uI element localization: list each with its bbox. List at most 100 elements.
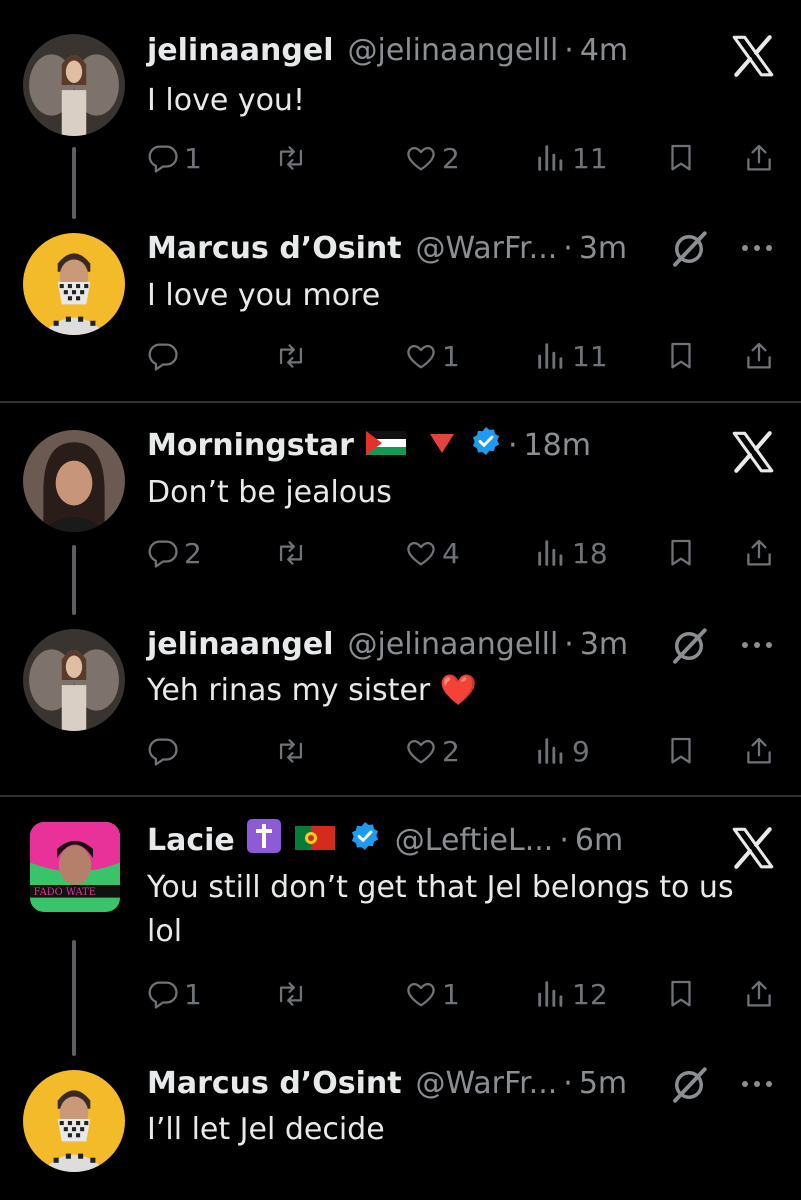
user-handle[interactable]: @WarFr...: [416, 231, 558, 266]
display-name[interactable]: Morningstar: [147, 428, 354, 463]
display-name[interactable]: Lacie: [147, 823, 235, 858]
retweet-button[interactable]: [274, 974, 308, 1014]
user-handle[interactable]: @jelinaangelll: [348, 33, 559, 68]
share-button[interactable]: [742, 138, 776, 178]
thread-divider: [0, 401, 801, 403]
reply-button[interactable]: 1: [146, 138, 202, 178]
reply-button[interactable]: 2: [146, 533, 202, 573]
timestamp[interactable]: 4m: [580, 33, 628, 68]
timestamp[interactable]: 3m: [580, 627, 628, 662]
tweet-text: You still don’t get that Jel belongs to …: [147, 870, 734, 949]
like-button[interactable]: 1: [404, 336, 460, 376]
display-name[interactable]: Marcus d’Osint: [147, 1066, 402, 1101]
x-close-icon[interactable]: [728, 31, 778, 81]
grok-icon[interactable]: [668, 625, 710, 667]
heart-icon: [404, 977, 438, 1011]
bookmark-icon: [664, 734, 698, 768]
avatar-morningstar[interactable]: [23, 430, 125, 532]
reply-icon: [146, 536, 180, 570]
avatar-jelinaangel[interactable]: [23, 34, 125, 136]
avatar-marcus[interactable]: [23, 233, 125, 335]
more-icon[interactable]: [737, 1074, 777, 1094]
grok-icon[interactable]: [668, 1064, 710, 1106]
views-button[interactable]: 18: [534, 533, 608, 573]
user-handle[interactable]: @WarFr...: [416, 1066, 558, 1101]
retweet-icon: [274, 339, 308, 373]
views-count: 9: [572, 734, 590, 768]
tweet-header: Marcus d’Osint @WarFr... · 5m: [147, 1063, 627, 1103]
user-handle[interactable]: @jelinaangelll: [348, 627, 559, 662]
share-button[interactable]: [742, 731, 776, 771]
views-button[interactable]: 11: [534, 138, 608, 178]
reply-count: 2: [184, 536, 202, 570]
avatar-jelinaangel[interactable]: [23, 629, 125, 731]
share-icon: [742, 977, 776, 1011]
retweet-button[interactable]: [274, 731, 308, 771]
latin-cross-icon: [246, 819, 281, 861]
like-button[interactable]: 2: [404, 138, 460, 178]
heart-icon: [404, 141, 438, 175]
tweet-header: Morningstar · 18m: [147, 425, 591, 465]
bookmark-button[interactable]: [664, 731, 698, 771]
bookmark-button[interactable]: [664, 533, 698, 573]
display-name[interactable]: jelinaangel: [147, 33, 334, 68]
share-icon: [742, 141, 776, 175]
views-icon: [534, 734, 568, 768]
bookmark-button[interactable]: [664, 138, 698, 178]
grok-icon[interactable]: [668, 228, 710, 270]
thread-line: [72, 147, 76, 219]
timestamp[interactable]: 6m: [575, 823, 623, 858]
like-count: 4: [442, 536, 460, 570]
like-count: 1: [442, 977, 460, 1011]
timestamp[interactable]: 5m: [579, 1066, 627, 1101]
views-button[interactable]: 12: [534, 974, 608, 1014]
separator-dot: ·: [507, 427, 518, 463]
timestamp[interactable]: 18m: [524, 428, 591, 463]
tweet-text: Yeh rinas my sister ❤️: [147, 673, 478, 708]
views-icon: [534, 141, 568, 175]
heart-icon: [404, 339, 438, 373]
palestine-flag-icon: [365, 428, 406, 463]
reply-button[interactable]: 1: [146, 974, 202, 1014]
retweet-icon: [274, 977, 308, 1011]
share-button[interactable]: [742, 336, 776, 376]
tweet-text: I love you more: [147, 278, 381, 313]
share-icon: [742, 734, 776, 768]
views-count: 11: [572, 141, 608, 175]
separator-dot: ·: [563, 1065, 573, 1101]
views-button[interactable]: 11: [534, 336, 608, 376]
share-button[interactable]: [742, 974, 776, 1014]
reply-button[interactable]: [146, 731, 184, 771]
retweet-button[interactable]: [274, 138, 308, 178]
like-button[interactable]: 1: [404, 974, 460, 1014]
more-icon[interactable]: [737, 238, 777, 258]
user-handle[interactable]: @LeftieL...: [395, 823, 554, 858]
retweet-button[interactable]: [274, 533, 308, 573]
separator-dot: ·: [559, 822, 569, 858]
verified-badge-icon[interactable]: [470, 425, 502, 465]
verified-badge-icon[interactable]: [349, 820, 381, 860]
like-button[interactable]: 2: [404, 731, 460, 771]
like-button[interactable]: 4: [404, 533, 460, 573]
avatar-lacie[interactable]: FADO WATE: [30, 822, 120, 912]
more-icon[interactable]: [737, 635, 777, 655]
reply-icon: [146, 734, 180, 768]
reply-button[interactable]: [146, 336, 184, 376]
portugal-flag-icon: [294, 823, 335, 858]
x-close-icon[interactable]: [728, 427, 778, 477]
bookmark-button[interactable]: [664, 974, 698, 1014]
timestamp[interactable]: 3m: [579, 231, 627, 266]
reply-icon: [146, 977, 180, 1011]
views-icon: [534, 536, 568, 570]
separator-dot: ·: [564, 626, 574, 662]
views-button[interactable]: 9: [534, 731, 590, 771]
avatar-marcus[interactable]: [23, 1070, 125, 1172]
display-name[interactable]: jelinaangel: [147, 627, 334, 662]
like-count: 1: [442, 339, 460, 373]
bookmark-button[interactable]: [664, 336, 698, 376]
share-button[interactable]: [742, 533, 776, 573]
share-icon: [742, 339, 776, 373]
retweet-button[interactable]: [274, 336, 308, 376]
display-name[interactable]: Marcus d’Osint: [147, 231, 402, 266]
views-count: 18: [572, 536, 608, 570]
